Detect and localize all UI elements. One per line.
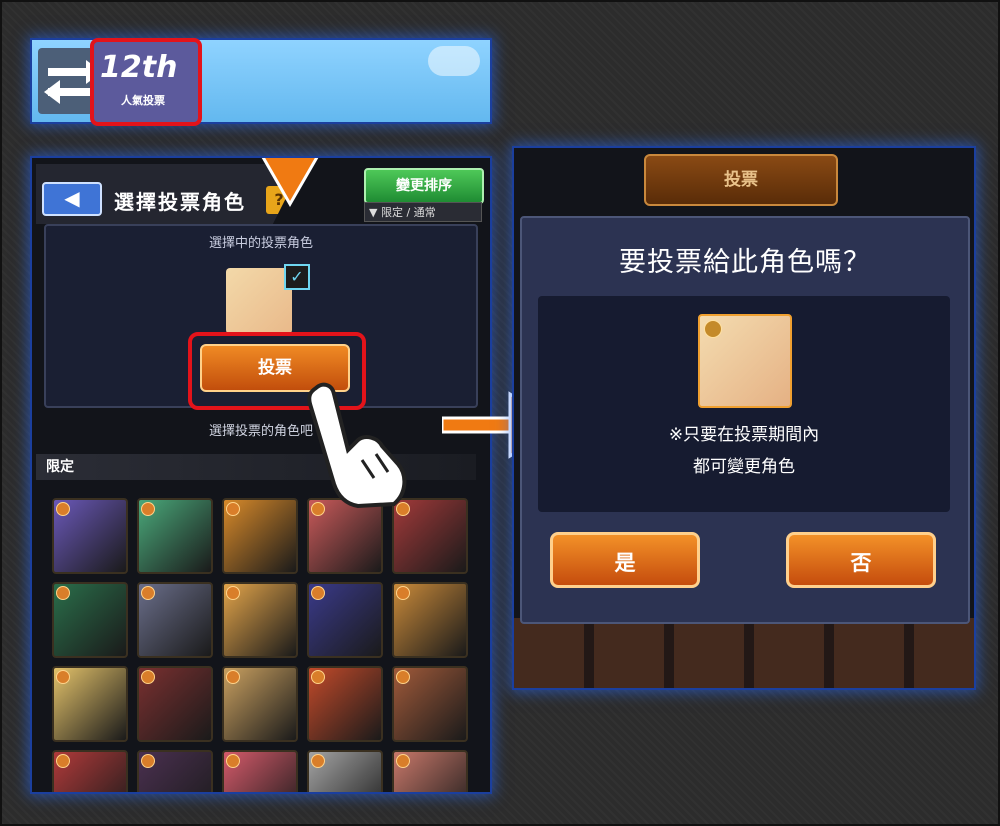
element-badge-icon [396,754,410,768]
no-button[interactable]: 否 [786,532,936,588]
element-badge-icon [704,320,722,338]
character-icon[interactable] [222,498,298,574]
element-badge-icon [311,586,325,600]
character-icon[interactable] [222,750,298,792]
background-character-row [514,618,974,688]
element-badge-icon [311,754,325,768]
event-banner: 12th 人氣投票 [32,38,490,126]
dialog-content: ※只要在投票期間內 都可變更角色 [538,296,950,512]
element-badge-icon [141,670,155,684]
character-icon[interactable] [392,750,468,792]
character-icon[interactable] [52,582,128,658]
character-icon[interactable] [307,666,383,742]
character-icon[interactable] [307,750,383,792]
character-icon[interactable] [222,666,298,742]
dialog-title: 要投票給此角色嗎？ [619,247,871,278]
character-icon[interactable] [307,582,383,658]
down-arrow-icon [261,158,319,208]
element-badge-icon [226,670,240,684]
vote-confirm-panel: 投票 要投票給此角色嗎？ ※只要在投票期間內 都可變更角色 是 否 [514,148,974,688]
character-select-panel: ◀ 選擇投票角色 ? 變更排序 ▼ 限定 / 通常 選擇中的投票角色 ✓ 投票 … [32,158,490,792]
select-hint: 選擇投票的角色吧 [208,424,313,439]
element-badge-icon [226,586,240,600]
pointing-hand-icon [307,382,407,509]
element-badge-icon [311,670,325,684]
element-badge-icon [56,754,70,768]
back-button[interactable]: ◀ [42,182,102,216]
title-bar: ◀ 選擇投票角色 ? [36,164,288,224]
checkmark-icon: ✓ [284,264,310,290]
element-badge-icon [141,502,155,516]
element-badge-icon [56,670,70,684]
character-icon[interactable] [392,582,468,658]
character-icon[interactable] [52,666,128,742]
character-icon[interactable] [137,750,213,792]
element-badge-icon [141,586,155,600]
element-badge-icon [396,670,410,684]
element-badge-icon [226,502,240,516]
selected-character-portrait[interactable] [226,268,292,334]
note-line-1: ※只要在投票期間內 [668,425,820,445]
confirm-dialog: 要投票給此角色嗎？ ※只要在投票期間內 都可變更角色 是 否 [520,216,970,624]
cloud-decoration [428,46,480,76]
event-number: 12th [100,50,178,85]
character-icon[interactable] [392,666,468,742]
element-badge-icon [226,754,240,768]
character-icon[interactable] [52,750,128,792]
character-icon[interactable] [222,582,298,658]
character-icon[interactable] [137,666,213,742]
character-icon[interactable] [137,498,213,574]
change-sort-button[interactable]: 變更排序 [364,168,484,204]
element-badge-icon [396,586,410,600]
popularity-vote-event-icon[interactable]: 12th 人氣投票 [90,38,202,126]
page-title: 選擇投票角色 [114,190,246,214]
element-badge-icon [141,754,155,768]
screenshot-frame: 12th 人氣投票 ◀ 選擇投票角色 ? 變更排序 ▼ 限定 / 通常 選擇中的… [0,0,1000,826]
filter-label: 限定 / 通常 [380,206,436,219]
note-line-2: 都可變更角色 [693,457,795,477]
yes-button[interactable]: 是 [550,532,700,588]
character-icon[interactable] [52,498,128,574]
filter-toggle[interactable]: ▼ 限定 / 通常 [364,202,482,222]
selected-label: 選擇中的投票角色 [208,236,313,251]
element-badge-icon [56,586,70,600]
vote-header: 投票 [644,154,838,206]
event-label: 人氣投票 [121,94,165,107]
element-badge-icon [56,502,70,516]
character-icon[interactable] [137,582,213,658]
character-portrait [698,314,792,408]
filter-icon: ▼ [369,206,381,219]
